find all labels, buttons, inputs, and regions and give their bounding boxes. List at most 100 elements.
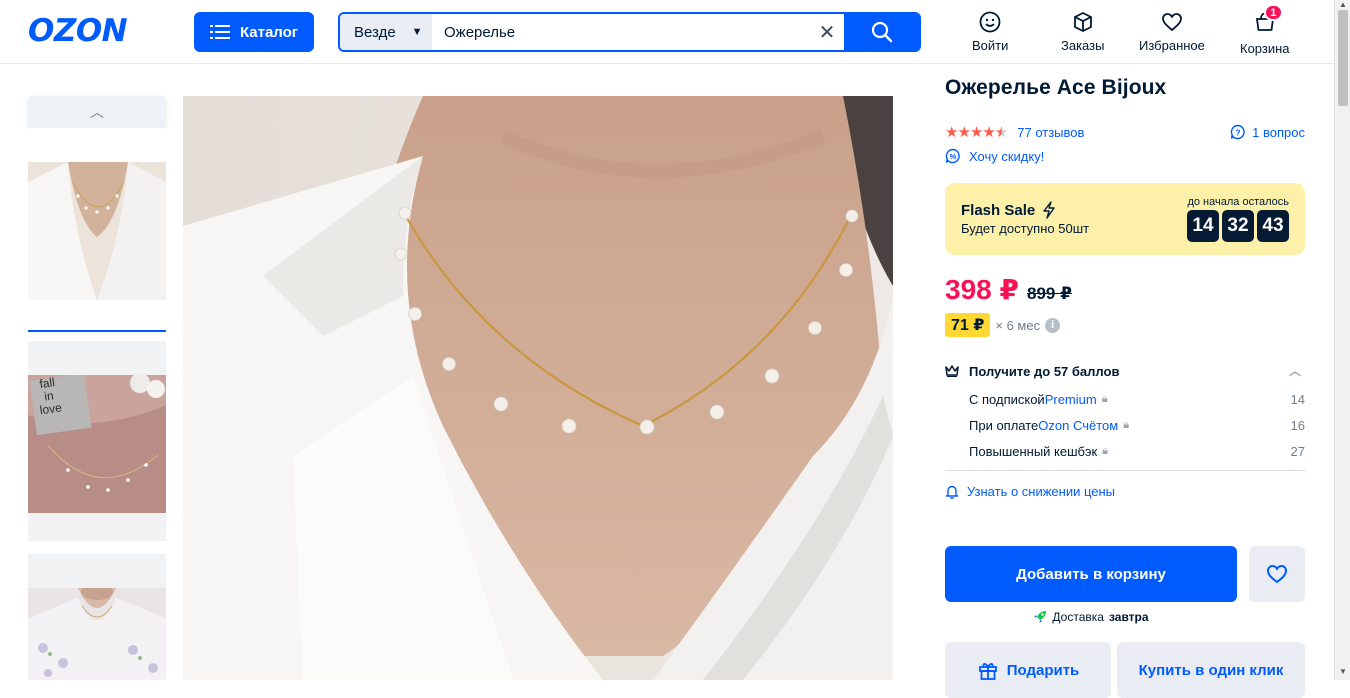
search-scope-value: Везде <box>354 23 396 41</box>
add-to-favorites-button[interactable] <box>1249 546 1305 602</box>
countdown-hours: 14 <box>1187 210 1219 242</box>
bell-icon <box>945 485 959 499</box>
ozon-account-link[interactable]: Ozon Счётом <box>1038 418 1118 433</box>
crown-icon <box>945 365 959 377</box>
bonus-value: 14 <box>1290 391 1305 407</box>
page-scrollbar[interactable]: ▲ ▼ <box>1334 0 1350 680</box>
chevron-up-icon[interactable]: ︿ <box>1289 362 1301 379</box>
flash-sale-title: Flash Sale <box>961 201 1057 219</box>
cart-label: Корзина <box>1240 41 1290 56</box>
gift-label: Подарить <box>1006 661 1080 679</box>
clear-search-icon[interactable]: ✕ <box>810 14 844 50</box>
lock-icon: 🔒︎ <box>1102 444 1109 457</box>
thumbnail-2[interactable]: fall in love <box>28 341 166 541</box>
bonus-header[interactable]: Получите до 57 баллов ︿ <box>945 362 1305 380</box>
lightning-icon <box>1043 201 1055 219</box>
delivery-day: завтра <box>1108 610 1149 624</box>
bonus-points-section: Получите до 57 баллов ︿ С подпиской Prem… <box>945 362 1305 471</box>
search-icon <box>871 21 892 43</box>
want-discount-label: Хочу скидку! <box>969 148 1045 164</box>
scroll-up-arrow-icon[interactable]: ▲ <box>1339 0 1347 9</box>
countdown-minutes: 32 <box>1222 210 1254 242</box>
premium-link[interactable]: Premium <box>1045 392 1097 407</box>
cart-icon-wrap: 1 <box>1253 4 1283 37</box>
old-price: 899 ₽ <box>1026 284 1072 303</box>
bonus-title: Получите до 57 баллов <box>969 363 1120 379</box>
lock-icon: 🔒︎ <box>1101 392 1108 405</box>
current-price: 398 ₽ <box>945 274 1019 305</box>
search-scope-select[interactable]: Везде ▼ <box>340 14 432 50</box>
delivery-info: Доставка завтра <box>945 610 1237 624</box>
rating-stars-icon[interactable]: ★★★★★ <box>945 123 1008 141</box>
svg-text:%: % <box>950 152 957 161</box>
installment-period: × 6 мес <box>995 317 1041 333</box>
svg-text:?: ? <box>1236 128 1241 138</box>
orders-link[interactable]: Заказы <box>1061 10 1104 53</box>
question-bubble-icon: ? <box>1230 124 1245 140</box>
installment-row[interactable]: 71 ₽ × 6 мес i <box>945 313 1061 337</box>
questions-label: 1 вопрос <box>1252 124 1305 140</box>
product-title: Ожерелье Ace Bijoux <box>945 76 1167 99</box>
main-product-image[interactable] <box>183 96 893 680</box>
thumbnail-1-image <box>28 162 166 300</box>
thumbnail-3[interactable] <box>28 554 166 680</box>
search-query: Ожерелье <box>444 23 516 41</box>
login-link[interactable]: Войти <box>972 10 1008 53</box>
reviews-link[interactable]: 77 отзывов <box>1017 125 1084 140</box>
search-bar: Везде ▼ Ожерелье ✕ <box>338 12 921 52</box>
installment-amount: 71 ₽ <box>945 313 991 337</box>
cart-link[interactable]: 1 Корзина <box>1240 4 1290 56</box>
countdown-seconds: 43 <box>1257 210 1289 242</box>
product-info-panel: Ожерелье Ace Bijoux ★★★★★ 77 отзывов ? 1… <box>945 76 1305 698</box>
add-to-cart-button[interactable]: Добавить в корзину <box>945 546 1237 602</box>
bonus-item-premium: С подпиской Premium 🔒︎ 14 <box>969 391 1305 407</box>
bonus-value: 27 <box>1290 443 1305 459</box>
gift-button[interactable]: Подарить <box>945 642 1111 698</box>
gift-icon <box>978 663 997 680</box>
percent-bubble-icon: % <box>945 148 960 164</box>
favorites-link[interactable]: Избранное <box>1139 10 1205 53</box>
divider <box>945 470 1305 471</box>
bonus-value: 16 <box>1290 417 1305 433</box>
ozon-logo[interactable]: OZON <box>28 13 128 49</box>
login-label: Войти <box>972 38 1009 53</box>
header: OZON Каталог Везде ▼ Ожерелье ✕ Войти За… <box>0 0 1334 64</box>
flash-sale-banner[interactable]: Flash Sale Будет доступно 50шт до начала… <box>945 183 1305 255</box>
smile-icon <box>979 11 1001 33</box>
bonus-item-ozon-account: При оплате Ozon Счётом 🔒︎ 16 <box>969 417 1305 433</box>
delivery-prefix: Доставка <box>1052 610 1104 624</box>
scroll-down-arrow-icon[interactable]: ▼ <box>1339 667 1347 676</box>
main-product-photo <box>183 96 893 680</box>
catalog-button[interactable]: Каталог <box>194 12 314 52</box>
cart-count-badge: 1 <box>1263 4 1283 21</box>
thumbnails-up-button[interactable]: ︿ <box>28 96 166 128</box>
heart-icon <box>1266 564 1288 584</box>
bonus-item-cashback: Повышенный кешбэк 🔒︎ 27 <box>969 443 1305 459</box>
thumbnail-3-image <box>28 588 166 680</box>
price-drop-notify-link[interactable]: Узнать о снижении цены <box>945 484 1115 499</box>
want-discount-link[interactable]: % Хочу скидку! <box>945 148 1044 164</box>
countdown-timer: 14 32 43 <box>1187 210 1289 242</box>
thumbnail-active-indicator <box>28 330 166 332</box>
search-input[interactable]: Ожерелье <box>432 14 810 50</box>
caret-down-icon: ▼ <box>411 26 423 38</box>
box-icon <box>1073 11 1092 33</box>
catalog-label: Каталог <box>239 23 299 41</box>
lock-icon: 🔒︎ <box>1123 418 1130 431</box>
scrollbar-thumb[interactable] <box>1338 10 1348 106</box>
list-icon <box>209 25 230 39</box>
favorites-label: Избранное <box>1139 38 1205 53</box>
heart-icon <box>1162 13 1182 32</box>
chevron-up-icon: ︿ <box>90 104 104 120</box>
questions-link[interactable]: ? 1 вопрос <box>1230 124 1305 140</box>
buy-one-click-button[interactable]: Купить в один клик <box>1117 642 1305 698</box>
orders-label: Заказы <box>1061 38 1105 53</box>
rating-row: ★★★★★ 77 отзывов ? 1 вопрос <box>945 122 1305 142</box>
search-button[interactable] <box>844 14 919 50</box>
thumbnail-1[interactable] <box>28 128 166 328</box>
flash-sale-subtitle: Будет доступно 50шт <box>961 221 1090 236</box>
price-drop-label: Узнать о снижении цены <box>967 484 1116 499</box>
rocket-icon <box>1034 611 1047 623</box>
price-row: 398 ₽ 899 ₽ <box>945 273 1072 306</box>
info-icon[interactable]: i <box>1045 317 1061 333</box>
